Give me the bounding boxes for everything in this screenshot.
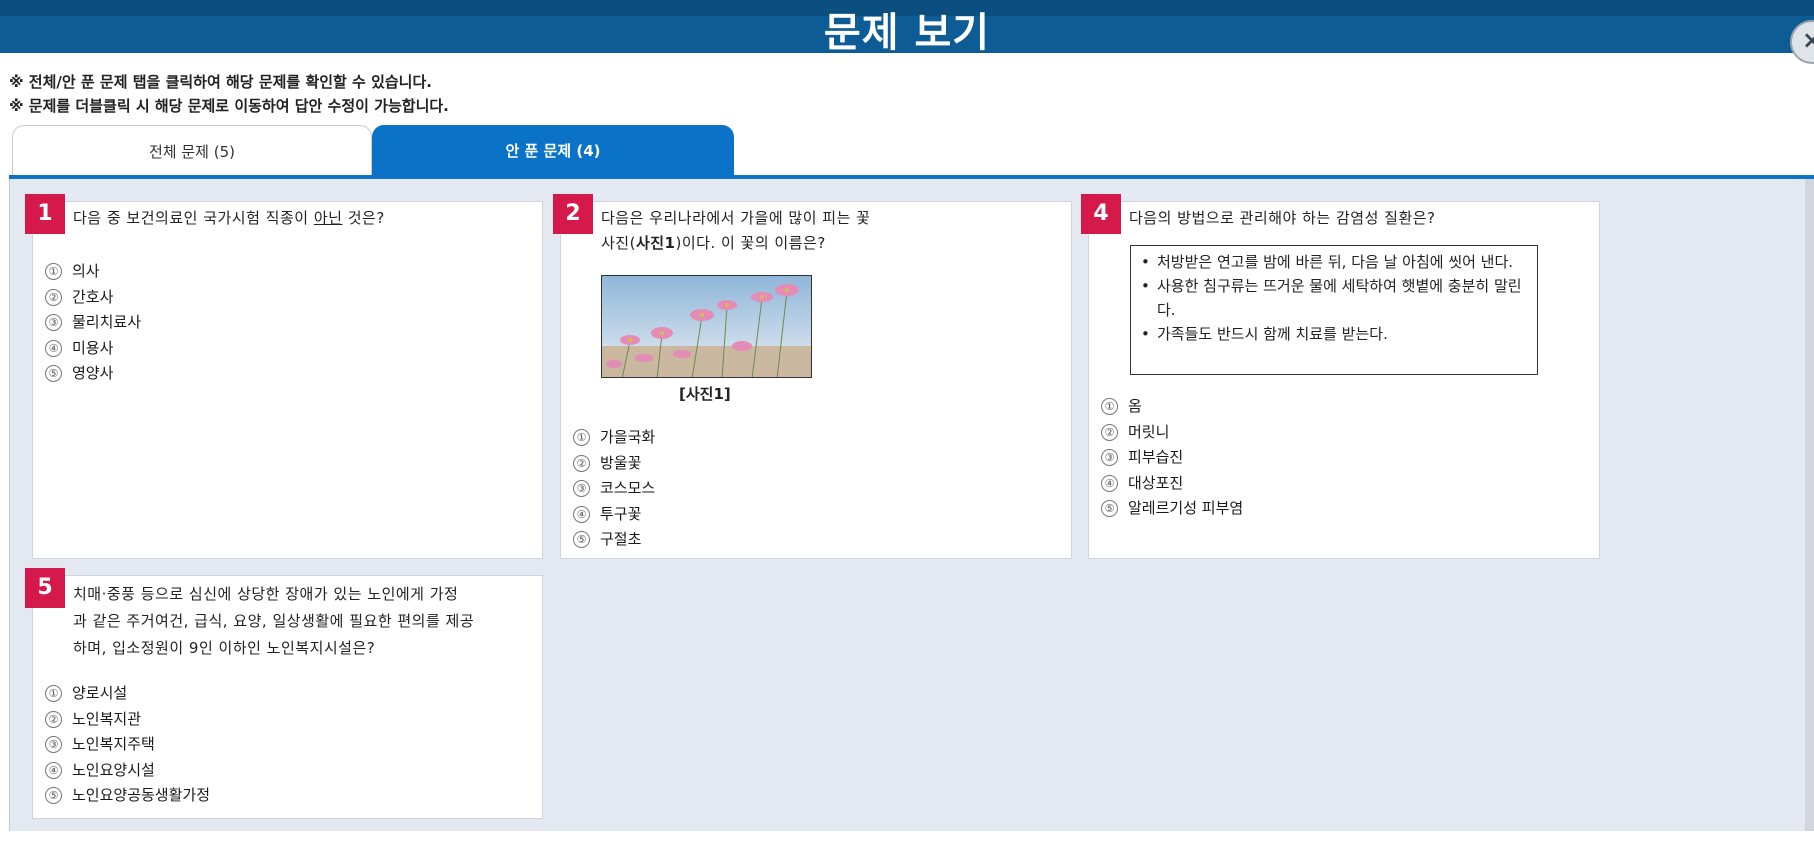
- question-number: 4: [1081, 194, 1121, 234]
- question-review-window: 문제 보기 × ※ 전체/안 푼 문제 탭을 클릭하여 해당 문제를 확인할 수…: [0, 0, 1814, 845]
- option-item[interactable]: ③ 노인복지주택: [45, 732, 210, 758]
- option-item[interactable]: ③ 물리치료사: [45, 310, 141, 336]
- option-list: ①옴 ② 머릿니 ③ 피부습진 ④ 대상포진 ⑤ 알레르기성 피부염: [1101, 394, 1243, 522]
- option-number-icon: ④: [45, 761, 62, 779]
- option-number-icon: ③: [1101, 449, 1118, 467]
- option-number-icon: ⑤: [1101, 500, 1118, 518]
- option-number-icon: ③: [45, 736, 62, 754]
- option-number-icon: ①: [45, 263, 62, 281]
- cosmos-flower-photo: [601, 275, 812, 378]
- photo-caption: [사진1]: [679, 385, 731, 403]
- option-number-icon: ③: [45, 314, 62, 332]
- question-text: 다음 중 보건의료인 국가시험 직종이 아닌 것은?: [73, 209, 385, 227]
- option-number-icon: ④: [573, 505, 590, 523]
- option-item[interactable]: ④ 투구꽃: [573, 502, 655, 528]
- notice-list: ※ 전체/안 푼 문제 탭을 클릭하여 해당 문제를 확인할 수 있습니다. ※…: [9, 70, 449, 118]
- question-text: 다음의 방법으로 관리해야 하는 감염성 질환은?: [1129, 209, 1436, 227]
- option-number-icon: ①: [1101, 398, 1118, 416]
- flower-image-icon: [602, 276, 811, 377]
- question-number: 2: [553, 194, 593, 234]
- tab-unanswered-questions[interactable]: 안 푼 문제 (4): [372, 125, 734, 177]
- option-list: ① 양로시설 ② 노인복지관 ③ 노인복지주택 ④ 노인요양시설 ⑤ 노인요양공동생활가정: [45, 681, 210, 809]
- option-item[interactable]: ① 의사: [45, 259, 141, 285]
- condition-box: • 처방받은 연고를 밤에 바른 뒤, 다음 날 아침에 씻어 낸다. • 사용한 …: [1130, 245, 1538, 375]
- question-number: 5: [25, 568, 65, 608]
- question-number: 1: [25, 194, 65, 234]
- condition-item: • 사용한 침구류는 뜨거운 물에 세탁하여 햇볕에 충분히 말린다.: [1141, 277, 1522, 319]
- option-item[interactable]: ⑤ 구절초: [573, 527, 655, 553]
- question-text: 치매·중풍 등으로 심신에 상당한 장애가 있는 노인에게 가정 과 같은 주거…: [73, 585, 475, 657]
- option-number-icon: ⑤: [45, 365, 62, 383]
- option-number-icon: ②: [45, 710, 62, 728]
- option-number-icon: ③: [573, 480, 590, 498]
- option-item[interactable]: ② 노인복지관: [45, 707, 210, 733]
- option-item[interactable]: ①옴: [1101, 394, 1243, 420]
- option-number-icon: ①: [573, 429, 590, 447]
- emphasis-underline: 아닌: [313, 209, 343, 227]
- option-item[interactable]: ④ 미용사: [45, 336, 141, 362]
- question-card-1[interactable]: 1 다음 중 보건의료인 국가시험 직종이 아닌 것은? ① 의사 ② 간호사 ③물…: [25, 194, 543, 559]
- option-item[interactable]: ④ 노인요양시설: [45, 758, 210, 784]
- option-item[interactable]: ② 머릿니: [1101, 420, 1243, 446]
- option-number-icon: ②: [573, 454, 590, 472]
- option-item[interactable]: ④ 대상포진: [1101, 471, 1243, 497]
- question-panel: 1 다음 중 보건의료인 국가시험 직종이 아닌 것은? ① 의사 ② 간호사 ③물…: [9, 179, 1805, 831]
- option-item[interactable]: ⑤ 영양사: [45, 361, 141, 387]
- option-number-icon: ②: [45, 288, 62, 306]
- option-number-icon: ④: [1101, 474, 1118, 492]
- condition-item: • 가족들도 반드시 함께 치료를 받는다.: [1141, 325, 1388, 343]
- title-bar: 문제 보기 ×: [0, 0, 1814, 64]
- notice-tabs: ※ 전체/안 푼 문제 탭을 클릭하여 해당 문제를 확인할 수 있습니다.: [9, 73, 432, 91]
- option-number-icon: ④: [45, 339, 62, 357]
- option-item[interactable]: ⑤ 알레르기성 피부염: [1101, 496, 1243, 522]
- option-list: ① 가을국화 ② 방울꽃 ③ 코스모스 ④ 투구꽃 ⑤ 구절초: [573, 425, 655, 553]
- option-number-icon: ②: [1101, 423, 1118, 441]
- question-card-5[interactable]: 5 치매·중풍 등으로 심신에 상당한 장애가 있는 노인에게 가정 과 같은 …: [25, 568, 543, 819]
- tab-all-questions[interactable]: 전체 문제 (5): [12, 125, 372, 177]
- option-item[interactable]: ⑤ 노인요양공동생활가정: [45, 783, 210, 809]
- window-title: 문제 보기: [823, 10, 991, 56]
- question-card-4[interactable]: 4 다음의 방법으로 관리해야 하는 감염성 질환은? • 처방받은 연고를 밤에…: [1081, 194, 1600, 559]
- question-card-2[interactable]: 2 다음은 우리나라에서 가을에 많이 피는 꽃 사진(사진1)이다. 이 꽃의…: [553, 194, 1072, 559]
- option-list: ① 의사 ② 간호사 ③ 물리치료사 ④ 미용사 ⑤ 영양사: [45, 259, 141, 387]
- panel-scroll-edge: [1805, 179, 1814, 831]
- option-number-icon: ⑤: [573, 531, 590, 549]
- option-item[interactable]: ① 양로시설: [45, 681, 210, 707]
- question-text: 다음은 우리나라에서 가을에 많이 피는 꽃 사진(사진1)이다. 이 꽃의 이…: [601, 209, 871, 252]
- option-item[interactable]: ③ 코스모스: [573, 476, 655, 502]
- option-item[interactable]: ② 방울꽃: [573, 451, 655, 477]
- option-number-icon: ①: [45, 685, 62, 703]
- notice-doubleclick: ※ 문제를 더블클릭 시 해당 문제로 이동하여 답안 수정이 가능합니다.: [9, 97, 449, 115]
- option-item[interactable]: ② 간호사: [45, 285, 141, 311]
- close-icon: ×: [1802, 26, 1814, 54]
- option-item[interactable]: ① 가을국화: [573, 425, 655, 451]
- condition-item: • 처방받은 연고를 밤에 바른 뒤, 다음 날 아침에 씻어 낸다.: [1141, 253, 1514, 271]
- option-item[interactable]: ③ 피부습진: [1101, 445, 1243, 471]
- option-number-icon: ⑤: [45, 787, 62, 805]
